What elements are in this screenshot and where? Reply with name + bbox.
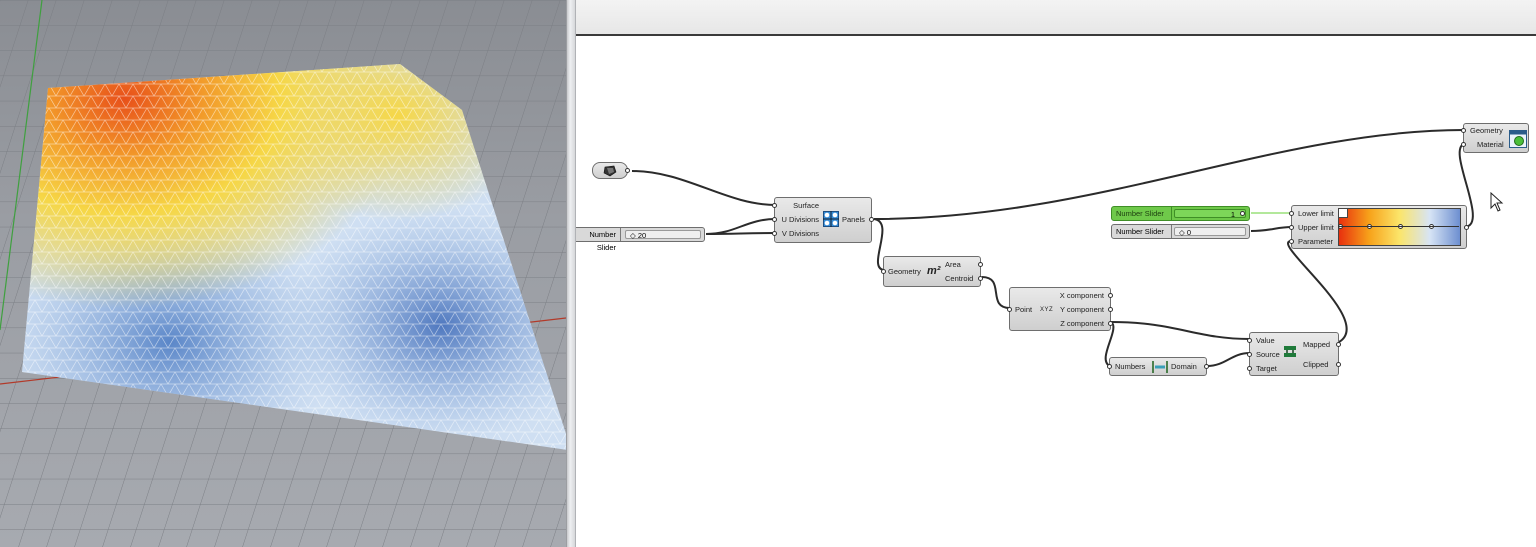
input-grip[interactable] <box>1289 225 1294 230</box>
output-grip[interactable] <box>978 276 983 281</box>
bounds-component[interactable]: Numbers Domain <box>1107 357 1209 376</box>
viewport-scene <box>0 0 566 547</box>
slider-name: Number Slider <box>576 228 621 252</box>
slider-track[interactable]: ◇ 0 <box>1174 227 1246 237</box>
output-mapped: Mapped <box>1303 340 1331 349</box>
output-centroid: Centroid <box>945 274 974 283</box>
input-grip[interactable] <box>1007 307 1012 312</box>
input-grip[interactable] <box>1289 239 1294 244</box>
output-grip[interactable] <box>1336 342 1341 347</box>
wire-layer <box>631 129 1474 367</box>
input-grip[interactable] <box>772 203 777 208</box>
wire-mapped-to-parameter <box>1287 239 1348 343</box>
slider-track[interactable]: ◇ 20 <box>625 230 701 240</box>
area-icon: m² <box>927 265 941 277</box>
wire-z-to-value <box>1110 321 1251 340</box>
slider-value-marker: ◇ <box>630 231 638 240</box>
input-u-divisions: U Divisions <box>781 215 819 224</box>
input-geometry: Geometry <box>888 267 921 276</box>
geometry-param[interactable] <box>592 162 630 179</box>
remap-icon <box>1284 346 1296 357</box>
wire-domain-to-source <box>1206 352 1251 367</box>
custom-preview-component[interactable]: Geometry Material <box>1461 123 1529 153</box>
slider-track[interactable]: 1 <box>1174 209 1246 219</box>
output-grip[interactable] <box>978 262 983 267</box>
output-grip[interactable] <box>1336 362 1341 367</box>
output-grip[interactable] <box>869 217 874 222</box>
surface-panels-component[interactable]: Surface U Divisions V Divisions Panels <box>772 197 874 243</box>
output-x-component: X component <box>1059 291 1104 300</box>
output-z-component: Z component <box>1060 319 1104 328</box>
input-grip[interactable] <box>772 217 777 222</box>
slider-value: 20 <box>637 231 647 240</box>
upper-limit-number-slider[interactable]: Number Slider ◇ 0 <box>1111 224 1250 239</box>
output-grip[interactable] <box>1204 364 1209 369</box>
input-v-divisions: V Divisions <box>781 229 819 238</box>
preview-icon <box>1509 130 1527 148</box>
output-grip[interactable] <box>1108 293 1113 298</box>
input-source: Source <box>1256 350 1280 359</box>
output-y-component: Y component <box>1059 305 1104 314</box>
input-parameter: Parameter <box>1298 237 1334 246</box>
output-panels: Panels <box>842 215 865 224</box>
panel-splitter[interactable] <box>566 0 576 547</box>
input-grip[interactable] <box>1289 211 1294 216</box>
slider-grip[interactable] <box>1240 211 1245 216</box>
wire-upper-slider <box>1250 226 1293 232</box>
slider-name: Number Slider <box>1112 225 1172 238</box>
geometry-param-icon <box>603 165 617 177</box>
gradient-axis <box>1339 226 1459 227</box>
output-grip[interactable] <box>1464 225 1469 230</box>
input-point: Point <box>1015 305 1033 314</box>
slider-name: Number Slider <box>1112 207 1172 220</box>
wire-centroid-to-point <box>981 276 1011 309</box>
gradient-corner-handle[interactable] <box>1339 209 1348 218</box>
grasshopper-canvas[interactable]: Number Slider ◇ 20 Surface U Divisions V… <box>576 0 1536 547</box>
input-value: Value <box>1256 336 1275 345</box>
input-grip[interactable] <box>1107 364 1112 369</box>
output-grip[interactable] <box>1108 321 1113 326</box>
input-grip[interactable] <box>1247 338 1252 343</box>
input-grip[interactable] <box>1247 352 1252 357</box>
input-grip[interactable] <box>1461 128 1466 133</box>
output-area: Area <box>945 260 961 269</box>
lower-limit-number-slider[interactable]: Number Slider 1 <box>1111 206 1250 221</box>
deconstruct-point-component[interactable]: Point XYZ X component Y component Z comp… <box>1007 287 1113 331</box>
remap-numbers-component[interactable]: Value Source Target Mapped Clipped <box>1247 332 1341 376</box>
panels-icon <box>823 211 839 227</box>
input-target: Target <box>1256 364 1277 373</box>
divisions-number-slider[interactable]: Number Slider ◇ 20 <box>576 227 705 252</box>
wire-slider-to-v <box>705 232 777 235</box>
gradient-component[interactable]: Lower limit Upper limit Parameter <box>1289 205 1469 249</box>
rhino-viewport[interactable] <box>0 0 566 547</box>
mouse-cursor-icon <box>1490 192 1504 212</box>
slider-value: 1 <box>1230 210 1235 219</box>
input-lower-limit: Lower limit <box>1298 209 1334 218</box>
output-grip[interactable] <box>625 168 630 173</box>
wire-param-to-surface <box>631 170 777 206</box>
area-component[interactable]: Geometry m² Area Centroid <box>881 256 983 287</box>
output-clipped: Clipped <box>1303 360 1329 369</box>
output-grip[interactable] <box>1108 307 1113 312</box>
input-surface: Surface <box>793 201 819 210</box>
input-material: Material <box>1477 140 1504 149</box>
slider-value-marker: ◇ <box>1179 228 1187 237</box>
bounds-icon <box>1152 361 1168 373</box>
input-numbers: Numbers <box>1115 362 1146 371</box>
input-grip[interactable] <box>881 269 886 274</box>
input-grip[interactable] <box>1461 142 1466 147</box>
xyz-icon: XYZ <box>1040 307 1054 313</box>
input-geometry: Geometry <box>1470 126 1503 135</box>
input-upper-limit: Upper limit <box>1298 223 1334 232</box>
gradient-color-bar[interactable] <box>1338 208 1461 246</box>
input-grip[interactable] <box>1247 366 1252 371</box>
wire-slider-to-u <box>705 218 777 235</box>
slider-value: 0 <box>1186 228 1192 237</box>
input-grip[interactable] <box>772 231 777 236</box>
output-domain: Domain <box>1171 362 1197 371</box>
